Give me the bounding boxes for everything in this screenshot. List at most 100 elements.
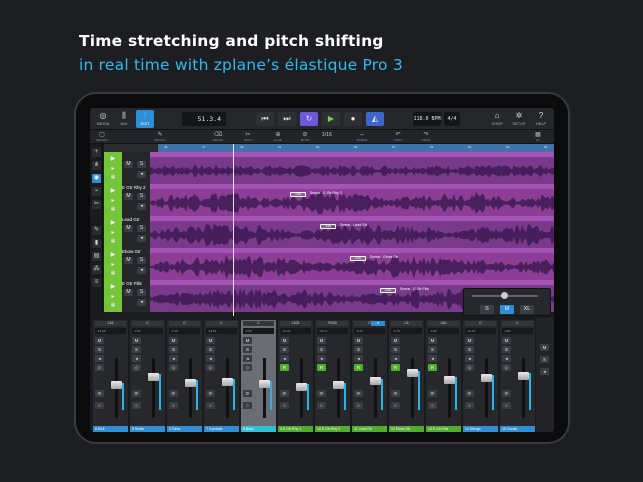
channel-input-button[interactable]: ◇ [206, 364, 215, 371]
track-header[interactable]: M S ◂ [122, 152, 150, 184]
track-header[interactable]: Ebow Gtr M S ◂ [122, 248, 150, 280]
channel-monitor-button[interactable]: ◂ [243, 355, 252, 362]
audio-clip[interactable]: Smear - E Gtr Rhy 2 4.06 [150, 184, 554, 216]
track-mute-button[interactable]: M [124, 289, 133, 296]
track-header[interactable]: E Gtr Rhy 2 M S ◂ [122, 184, 150, 216]
channel-solo-button[interactable]: S [502, 346, 511, 353]
channel-pan-label[interactable]: C [132, 321, 163, 326]
channel-arm-button[interactable]: ○ [169, 402, 178, 409]
record-button[interactable]: ● [344, 112, 362, 126]
channel-solo-button[interactable]: S [206, 346, 215, 353]
track-solo-button[interactable]: S [137, 289, 146, 296]
track-color-strip[interactable]: ▶ ▸ ✲ [104, 248, 122, 280]
channel-strip[interactable]: R100 -15.17 M S ◂ R ⟳ ○ 10 E Gtr Rhy 2 [315, 320, 350, 432]
channel-pan-label[interactable]: R100 [317, 321, 348, 326]
zoom-knob[interactable] [501, 292, 508, 299]
channel-strip[interactable]: C -12.81 M S ◂ ◇ ⟳ ○ 7 Cymbals [204, 320, 239, 432]
channel-fx-button[interactable]: ⟳ [428, 390, 437, 397]
pencil-tool[interactable]: ✎ PENCIL [150, 131, 170, 143]
edit-button[interactable]: ⫶ EDIT [136, 110, 154, 128]
volume-fader[interactable] [333, 381, 344, 390]
volume-fader[interactable] [259, 379, 270, 388]
channel-name[interactable]: 10 E Gtr Rhy 2 [315, 426, 350, 432]
channel-input-button[interactable]: ◇ [169, 364, 178, 371]
channel-solo-button[interactable]: S [95, 346, 104, 353]
channel-monitor-button[interactable]: ◂ [132, 355, 141, 362]
channel-input-button[interactable]: R [428, 364, 437, 371]
channel-strip[interactable]: L5 -6.75 M S ◂ R ⟳ ○ 12 Ebow Gtr [389, 320, 424, 432]
volume-fader[interactable] [185, 378, 196, 387]
volume-fader[interactable] [148, 372, 159, 381]
channel-fx-button[interactable]: ⟳ [169, 390, 178, 397]
warp-marker[interactable]: 4.06 [320, 224, 336, 229]
metronome-button[interactable]: ◭ [366, 112, 384, 126]
glue-tool[interactable]: ⊕ GLUE [268, 131, 288, 143]
channel-mute-button[interactable]: M [317, 337, 326, 344]
volume-fader[interactable] [481, 373, 492, 382]
channel-mute-button[interactable]: M [428, 337, 437, 344]
track-row[interactable]: ▶ ▸ ✲ E Gtr Rhy 2 M S ◂ Smear - E Gtr Rhy 2 4.06 [104, 184, 554, 216]
channel-name[interactable]: 11 Lead Gtr [352, 426, 387, 432]
channel-fx-button[interactable]: ⟳ [280, 390, 289, 397]
channel-arm-button[interactable]: ○ [132, 402, 141, 409]
channel-arm-button[interactable]: ○ [428, 402, 437, 409]
channel-fx-button[interactable]: ⟳ [95, 390, 104, 397]
channel-arm-button[interactable]: ○ [502, 402, 511, 409]
channel-name[interactable]: 4 Toms [167, 426, 202, 432]
track-color-strip[interactable]: ▶ ▸ ✲ [104, 152, 122, 184]
volume-fader[interactable] [407, 369, 418, 378]
channel-mute-button[interactable]: M [132, 337, 141, 344]
channel-name[interactable]: 6 Kick [93, 426, 128, 432]
channel-fx-button[interactable]: ⟳ [502, 390, 511, 397]
add-track-button[interactable]: + [92, 148, 101, 157]
track-volume-button[interactable]: ◂ [137, 171, 146, 178]
list-button[interactable]: ≡ [92, 278, 101, 287]
channel-mute-button[interactable]: M [280, 337, 289, 344]
rewind-button[interactable]: ⏮ [256, 112, 274, 126]
size-xl-button[interactable]: XL [520, 305, 534, 314]
track-row[interactable]: ▶ ▸ ✲ Lead Gtr M S ◂ Smear - Lead Gtr 4.06 [104, 216, 554, 248]
channel-monitor-button[interactable]: ◂ [206, 355, 215, 362]
channel-arm-button[interactable]: ○ [95, 402, 104, 409]
master-edit[interactable]: ◂ [540, 368, 549, 375]
share-button[interactable]: ⋔ [92, 161, 101, 170]
track-mute-button[interactable]: M [124, 193, 133, 200]
setup-button[interactable]: ✲ SETUP [510, 110, 528, 128]
channel-monitor-button[interactable]: ◂ [317, 355, 326, 362]
media-button[interactable]: ◎ MEDIA [94, 110, 112, 128]
track-mute-button[interactable]: M [124, 257, 133, 264]
channel-input-button[interactable]: R [317, 364, 326, 371]
track-header[interactable]: Lead Gtr M S ◂ [122, 216, 150, 248]
channel-pan-label[interactable]: L5 [391, 321, 422, 326]
track-volume-button[interactable]: ◂ [137, 203, 146, 210]
size-m-button[interactable]: M [500, 305, 514, 314]
channel-strip[interactable]: C -6.19 M S ◂ ◇ ⟳ ○ 4 Toms [167, 320, 202, 432]
channel-name[interactable]: 7 Cymbals [204, 426, 239, 432]
channel-arm-button[interactable]: ○ [280, 402, 289, 409]
channel-strip[interactable]: C R -6.21 M S ◂ R ⟳ ○ 11 Lead Gtr [352, 320, 387, 432]
channel-name[interactable]: 13 E Gtr Fills [426, 426, 461, 432]
channel-solo-button[interactable]: S [354, 346, 363, 353]
channel-pan-label[interactable]: C [502, 321, 533, 326]
channel-mute-button[interactable]: M [95, 337, 104, 344]
track-volume-button[interactable]: ◂ [137, 267, 146, 274]
volume-fader[interactable] [296, 382, 307, 391]
channel-arm-button[interactable]: ○ [317, 402, 326, 409]
automation-button[interactable]: ⌁ [92, 187, 101, 196]
channel-solo-button[interactable]: S [317, 346, 326, 353]
quantize-value[interactable]: 1/16 [322, 132, 332, 138]
channel-input-button[interactable]: ◇ [243, 364, 252, 371]
channel-input-button[interactable]: ◇ [502, 364, 511, 371]
channel-mute-button[interactable]: M [391, 337, 400, 344]
channel-arm-button[interactable]: ○ [354, 402, 363, 409]
audio-clip[interactable]: Smear - Lead Gtr 4.06 [150, 216, 554, 248]
mix-button[interactable]: ⫼ MIX [115, 110, 133, 128]
channel-pan-label[interactable]: L60 [428, 321, 459, 326]
channel-fx-button[interactable]: ⟳ [206, 390, 215, 397]
channel-mute-button[interactable]: M [243, 337, 252, 344]
track-color-strip[interactable]: ▶ ▸ ✲ [104, 184, 122, 216]
channel-pan-label[interactable]: C [169, 321, 200, 326]
channel-monitor-button[interactable]: ◂ [354, 355, 363, 362]
timeline-ruler[interactable]: 45 47 49 51 53 55 57 59 61 63 65 [104, 144, 554, 152]
lock-button[interactable]: ▮ [92, 239, 101, 248]
